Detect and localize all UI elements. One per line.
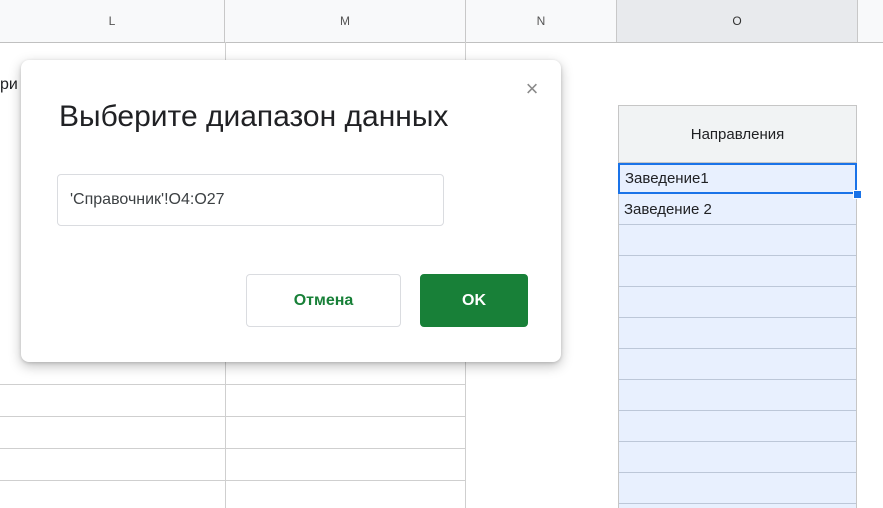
cell-o-row[interactable] (619, 318, 856, 349)
cell-o-row[interactable] (619, 349, 856, 380)
column-header-n[interactable]: N (466, 0, 617, 42)
cell-o-row[interactable] (619, 442, 856, 473)
close-icon[interactable]: × (519, 76, 545, 102)
cancel-button[interactable]: Отмена (246, 274, 401, 327)
cell-o-row[interactable] (619, 411, 856, 442)
dialog-title: Выберите диапазон данных (59, 100, 449, 133)
column-header-o[interactable]: O (617, 0, 858, 42)
ok-button[interactable]: OK (420, 274, 528, 327)
cell-o-row[interactable] (619, 473, 856, 504)
range-input[interactable] (57, 174, 444, 226)
select-range-dialog: Выберите диапазон данных × Отмена OK (21, 60, 561, 362)
cell-o-row[interactable] (619, 225, 856, 256)
cell-o-row[interactable]: Заведение 2 (619, 194, 856, 225)
cell-o-row[interactable] (619, 380, 856, 411)
column-header-next[interactable] (858, 0, 883, 42)
cell-o-row[interactable] (619, 287, 856, 318)
column-header-bar: L M N O (0, 0, 883, 43)
cell-o-header[interactable]: Направления (618, 105, 857, 163)
cell-partial-text: ри (0, 76, 18, 93)
cell-o-row[interactable] (619, 256, 856, 287)
column-o-range: Заведение1 Заведение 2 (618, 163, 857, 508)
column-header-m[interactable]: M (225, 0, 466, 42)
selection-drag-handle[interactable] (853, 190, 862, 199)
column-header-l[interactable]: L (0, 0, 225, 42)
cell-o-row[interactable]: Заведение1 (618, 163, 857, 194)
